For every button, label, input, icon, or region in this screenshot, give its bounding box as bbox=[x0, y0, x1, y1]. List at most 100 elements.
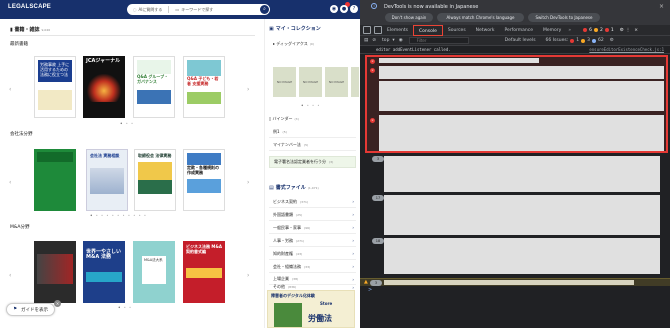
log-source-link[interactable]: ensureEditorExistenceCheck.js:1 bbox=[589, 46, 664, 54]
no-image-thumb[interactable]: NO IMAGE bbox=[273, 67, 296, 97]
book-cover-art bbox=[37, 152, 73, 162]
form-category[interactable]: 外国語書類 (25) › bbox=[269, 209, 356, 221]
book-cover[interactable]: 世界一やさしい M&A 法務 bbox=[83, 241, 125, 303]
redacted-text bbox=[384, 195, 660, 235]
form-category[interactable]: ビジネス契約 (371) › bbox=[269, 196, 356, 208]
carousel-dots[interactable]: •••• bbox=[301, 103, 323, 108]
tab-sources[interactable]: Sources bbox=[443, 25, 471, 36]
console-filter-input[interactable]: Filter bbox=[408, 37, 469, 44]
carousel-prev-icon[interactable]: ‹ bbox=[9, 86, 11, 93]
carousel-prev-icon[interactable]: ‹ bbox=[9, 179, 11, 186]
issue-info-icon bbox=[591, 38, 596, 43]
book-cover[interactable]: 労務事故 上手に活用するための 法務に役立つ法 bbox=[34, 56, 76, 118]
console-toolbar: ▤ ⊘ top ▾ ◉ Filter Default levels 66 Iss… bbox=[360, 36, 670, 46]
keyword-search-tab[interactable]: ▭ キーワードで探す bbox=[169, 4, 219, 15]
section-title-corporate[interactable]: 会社法分野 bbox=[10, 131, 33, 137]
guide-button[interactable]: ⚑ ガイドを表示 bbox=[6, 303, 56, 316]
kebab-menu-icon[interactable]: ⋮ bbox=[626, 28, 631, 33]
tab-performance[interactable]: Performance bbox=[499, 25, 538, 36]
form-category[interactable]: 一般民事・家事 (96) › bbox=[269, 222, 356, 234]
console-prompt[interactable]: > bbox=[368, 287, 372, 293]
carousel-prev-icon[interactable]: ‹ bbox=[9, 272, 11, 279]
device-toggle-icon[interactable] bbox=[374, 26, 382, 34]
book-cover[interactable] bbox=[34, 149, 76, 211]
close-icon[interactable]: × bbox=[659, 3, 664, 10]
book-cover[interactable] bbox=[34, 241, 76, 303]
log-levels-dropdown[interactable]: Default levels bbox=[505, 38, 536, 43]
switch-to-japanese-button[interactable]: Switch DevTools to Japanese bbox=[528, 13, 600, 22]
tab-console[interactable]: Console bbox=[412, 24, 443, 36]
issues-label: 66 Issues: bbox=[545, 38, 569, 43]
book-cover[interactable]: Q&A 子ども・若者 支援実務 bbox=[183, 56, 225, 118]
binder-item-highlight[interactable]: 電子署名法認定業者を行う分 (3) bbox=[269, 156, 356, 168]
inspect-icon[interactable] bbox=[363, 26, 371, 34]
error-counters[interactable]: 6 2 1 ⚙ ⋮ × bbox=[583, 28, 638, 33]
close-devtools-icon[interactable]: × bbox=[634, 28, 638, 33]
eye-icon[interactable]: ◉ bbox=[399, 38, 403, 43]
dog-ear-header[interactable]: ▸ ディッグイアクス (0) bbox=[273, 41, 314, 47]
section-title-ma[interactable]: M&A分野 bbox=[10, 224, 29, 230]
user-icon[interactable]: ● bbox=[340, 5, 348, 13]
always-match-language-button[interactable]: Always match Chrome's language bbox=[437, 13, 524, 22]
more-tabs-button[interactable]: » bbox=[566, 28, 573, 33]
settings-icon[interactable]: ⚙ bbox=[620, 28, 624, 33]
binder-item[interactable]: マイナンバー法 (5) bbox=[269, 139, 356, 151]
form-category[interactable]: 知的財産権 (43) › bbox=[269, 248, 356, 260]
chevron-down-icon: ▾ bbox=[392, 38, 395, 43]
search-button[interactable]: ⌕ bbox=[260, 5, 269, 14]
tab-network[interactable]: Network bbox=[471, 25, 500, 36]
form-category[interactable]: 人事・労務 (271) › bbox=[269, 235, 356, 247]
carousel-next-icon[interactable]: › bbox=[247, 272, 249, 279]
book-cover-band bbox=[86, 272, 122, 282]
clear-console-icon[interactable]: ⊘ bbox=[372, 38, 376, 43]
book-cover-title: 労務事故 上手に活用するための 法務に役立つ法 bbox=[38, 60, 72, 82]
books-panel: ▮ 書籍・雑誌 9,046 最新書籍 ‹ 労務事故 上手に活用するための 法務に役… bbox=[0, 19, 262, 328]
context-selector[interactable]: top bbox=[382, 38, 389, 43]
dont-show-again-button[interactable]: Don't show again bbox=[385, 13, 433, 22]
issues-counter[interactable]: 66 Issues: 1 3 62 bbox=[546, 38, 604, 43]
book-cover-band bbox=[187, 179, 221, 193]
site-logo[interactable]: LEGALSCAPE bbox=[8, 4, 51, 11]
error-icon: × bbox=[370, 68, 375, 73]
issue-icon bbox=[604, 28, 609, 32]
search-bar[interactable]: ◌ AIに質問する ▭ キーワードで探す ⌕ bbox=[127, 4, 270, 15]
tab-elements[interactable]: Elements bbox=[382, 25, 413, 36]
book-cover[interactable]: 取締役会 法律実務 bbox=[134, 149, 176, 211]
help-icon[interactable]: ? bbox=[350, 5, 358, 13]
my-collection-title[interactable]: ▣ マイ・コレクション bbox=[269, 25, 321, 33]
issue-warning-count: 3 bbox=[587, 38, 590, 43]
book-cover[interactable]: M&A法大系 bbox=[133, 241, 175, 303]
book-cover[interactable]: 会社法 実務相談 bbox=[86, 149, 128, 211]
error-icon: × bbox=[370, 118, 375, 123]
notification-icon[interactable]: ◉ bbox=[330, 5, 338, 13]
carousel-next-icon[interactable]: › bbox=[247, 86, 249, 93]
tab-memory[interactable]: Memory bbox=[538, 25, 566, 36]
no-image-thumb[interactable]: NO IMAGE bbox=[299, 67, 322, 97]
book-cover[interactable]: ビジネス法務 M&A 契約書式編 bbox=[183, 241, 225, 303]
carousel-dots[interactable]: ••• bbox=[120, 121, 136, 126]
carousel-dots[interactable]: ••••••••••• bbox=[90, 213, 149, 218]
gear-icon[interactable]: ⚙ bbox=[610, 38, 614, 43]
book-cover[interactable]: 定款・各種規則の作成実務 bbox=[183, 149, 225, 211]
sidebar-toggle-icon[interactable]: ▤ bbox=[364, 38, 368, 43]
ad-book-title: 労働法 bbox=[308, 314, 332, 323]
binder-header[interactable]: ▯ バインダー (3) bbox=[269, 116, 299, 122]
carousel-dots[interactable]: ••• bbox=[118, 305, 134, 310]
dog-ear-label: ディッグイアクス bbox=[276, 41, 308, 46]
book-cover[interactable]: Q&A グループ・ガバナンス bbox=[133, 56, 175, 118]
no-image-thumb[interactable]: NO IMAGE bbox=[325, 67, 348, 97]
no-image-thumb-partial[interactable] bbox=[351, 67, 359, 97]
binder-item[interactable]: 例1 (5) bbox=[269, 126, 356, 138]
site-header: LEGALSCAPE ◌ AIに質問する ▭ キーワードで探す ⌕ ◉ ● ? bbox=[0, 0, 360, 19]
carousel-next-icon[interactable]: › bbox=[247, 179, 249, 186]
section-title-latest[interactable]: 最新書籍 bbox=[10, 41, 28, 47]
ai-search-tab[interactable]: ◌ AIに質問する bbox=[127, 4, 168, 15]
ad-banner[interactable]: 障害者のデジタル化体験 Store 労働法 bbox=[267, 290, 355, 328]
form-category[interactable]: 会社・組織法務 (33) › bbox=[269, 261, 356, 273]
book-cover[interactable]: JCAジャーナル bbox=[83, 56, 125, 118]
console-log-line: editor addEventListener called. ensureEd… bbox=[360, 46, 670, 54]
chevron-right-icon: › bbox=[352, 276, 354, 282]
forms-title[interactable]: ▤ 書式ファイル (1,071) bbox=[269, 184, 319, 192]
guide-close-icon[interactable]: × bbox=[54, 300, 61, 307]
form-category-label: ビジネス契約 bbox=[273, 198, 297, 204]
